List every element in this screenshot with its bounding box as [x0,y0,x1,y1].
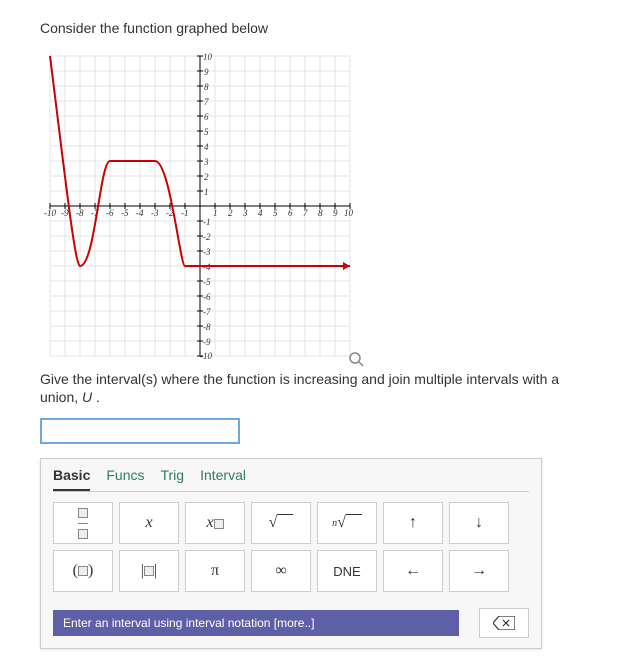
svg-text:3: 3 [203,157,209,167]
sqrt-button[interactable]: √ [251,502,311,544]
tab-bar: Basic Funcs Trig Interval [41,459,541,491]
tab-basic[interactable]: Basic [53,467,90,491]
svg-text:-10: -10 [44,208,56,218]
svg-text:-8: -8 [76,208,84,218]
svg-text:5: 5 [273,208,278,218]
svg-text:1: 1 [204,187,209,197]
svg-text:-9: -9 [203,337,211,347]
svg-text:7: 7 [204,97,209,107]
svg-text:-1: -1 [203,217,211,227]
svg-text:9: 9 [333,208,338,218]
svg-text:5: 5 [204,127,209,137]
magnify-icon[interactable] [348,351,364,370]
svg-text:10: 10 [344,208,354,218]
nth-root-button[interactable]: n√ [317,502,377,544]
svg-text:-10: -10 [200,351,212,361]
svg-text:3: 3 [242,208,248,218]
x-power-button[interactable]: x [185,502,245,544]
svg-text:7: 7 [303,208,308,218]
tab-interval[interactable]: Interval [200,467,246,491]
svg-text:6: 6 [204,112,209,122]
svg-text:-5: -5 [203,277,211,287]
svg-text:-5: -5 [121,208,129,218]
function-graph: -10-9-8-7-6-5-4-3-2-1 12345678910 109876… [40,46,360,366]
fraction-button[interactable] [53,502,113,544]
svg-text:-4: -4 [136,208,144,218]
instruction-text: Give the interval(s) where the function … [40,370,601,406]
tab-trig[interactable]: Trig [160,467,184,491]
svg-text:10: 10 [203,52,213,62]
answer-input[interactable] [40,418,240,444]
cursor-left-button[interactable]: ← [383,550,443,592]
backspace-button[interactable] [479,608,529,638]
paren-button[interactable]: () [53,550,113,592]
svg-text:-1: -1 [181,208,189,218]
svg-text:4: 4 [204,142,209,152]
svg-text:1: 1 [213,208,218,218]
svg-text:-9: -9 [61,208,69,218]
cursor-right-button[interactable]: → [449,550,509,592]
svg-text:-6: -6 [203,292,211,302]
svg-text:-8: -8 [203,322,211,332]
hint-text[interactable]: Enter an interval using interval notatio… [53,610,459,636]
pi-button[interactable]: π [185,550,245,592]
svg-text:-7: -7 [203,307,211,317]
infinity-button[interactable]: ∞ [251,550,311,592]
svg-text:2: 2 [228,208,233,218]
svg-text:-6: -6 [106,208,114,218]
x-button[interactable]: x [119,502,179,544]
math-palette: Basic Funcs Trig Interval x x √ n√ ↑ ↓ (… [40,458,542,649]
svg-text:-3: -3 [203,247,211,257]
tab-funcs[interactable]: Funcs [106,467,144,491]
svg-text:8: 8 [318,208,323,218]
svg-text:4: 4 [258,208,263,218]
svg-text:-3: -3 [151,208,159,218]
prompt-text: Consider the function graphed below [40,20,601,36]
dne-button[interactable]: DNE [317,550,377,592]
cursor-up-button[interactable]: ↑ [383,502,443,544]
svg-text:2: 2 [204,172,209,182]
svg-text:8: 8 [204,82,209,92]
svg-text:6: 6 [288,208,293,218]
abs-button[interactable]: || [119,550,179,592]
svg-text:9: 9 [204,67,209,77]
cursor-down-button[interactable]: ↓ [449,502,509,544]
svg-text:-2: -2 [203,232,211,242]
